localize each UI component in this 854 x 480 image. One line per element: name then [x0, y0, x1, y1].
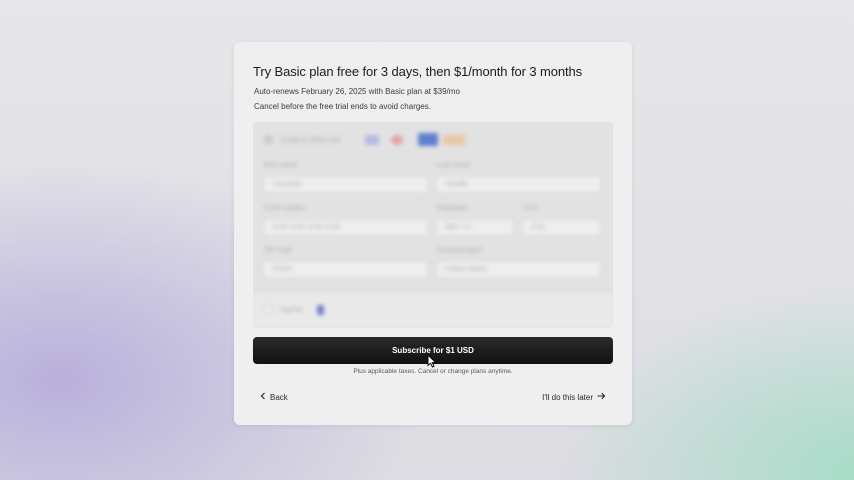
alt-payment-row: PayPal: [253, 292, 613, 328]
card-number-placeholder: 1234 1234 1234 1234: [272, 224, 341, 231]
expiry-placeholder: MM / YY: [445, 224, 472, 231]
taxes-note: Plus applicable taxes. Cancel or change …: [353, 368, 513, 375]
card-number-label: Card number: [264, 205, 305, 212]
skip-label: I'll do this later: [542, 392, 593, 402]
chevron-left-icon: [260, 392, 266, 402]
back-button[interactable]: Back: [260, 392, 288, 402]
alt-payment-label: PayPal: [280, 307, 303, 314]
zip-field[interactable]: 97000: [263, 261, 428, 278]
payment-method-label: Credit or debit card: [281, 137, 341, 144]
paypal-icon: [317, 305, 324, 315]
arrow-right-icon: [597, 392, 606, 402]
amex-icon: [418, 133, 438, 146]
cvc-label: CVC: [523, 205, 538, 212]
first-name-field[interactable]: Leonardo: [263, 176, 428, 193]
card-logo-icon: [365, 135, 379, 145]
expiry-label: Expiration: [437, 205, 469, 212]
cvc-placeholder: CVC: [531, 224, 546, 231]
cancel-info: Cancel before the free trial ends to avo…: [254, 102, 431, 111]
country-label: Country/region: [437, 247, 483, 254]
last-name-label: Last name: [437, 162, 470, 169]
discover-icon: [443, 135, 465, 145]
last-name-field[interactable]: Castillo: [436, 176, 601, 193]
paypal-checkbox[interactable]: [264, 305, 273, 314]
renewal-info: Auto-renews February 26, 2025 with Basic…: [254, 87, 460, 96]
first-name-placeholder: Leonardo: [272, 181, 302, 188]
country-select[interactable]: United States: [436, 261, 601, 278]
zip-placeholder: 97000: [272, 266, 292, 273]
country-value: United States: [445, 266, 488, 273]
card-number-field[interactable]: 1234 1234 1234 1234: [263, 219, 428, 236]
zip-label: ZIP code: [264, 247, 292, 254]
first-name-label: First name: [264, 162, 298, 169]
card-radio[interactable]: [264, 135, 273, 144]
skip-button[interactable]: I'll do this later: [542, 392, 606, 402]
mastercard-icon: [391, 135, 403, 145]
back-label: Back: [270, 392, 288, 402]
last-name-placeholder: Castillo: [445, 181, 468, 188]
payment-form: Credit or debit card First name Leonardo…: [253, 122, 613, 328]
plan-title: Try Basic plan free for 3 days, then $1/…: [253, 64, 582, 79]
cvc-field[interactable]: CVC: [522, 219, 601, 236]
mouse-pointer-icon: [427, 353, 437, 368]
expiry-field[interactable]: MM / YY: [436, 219, 514, 236]
